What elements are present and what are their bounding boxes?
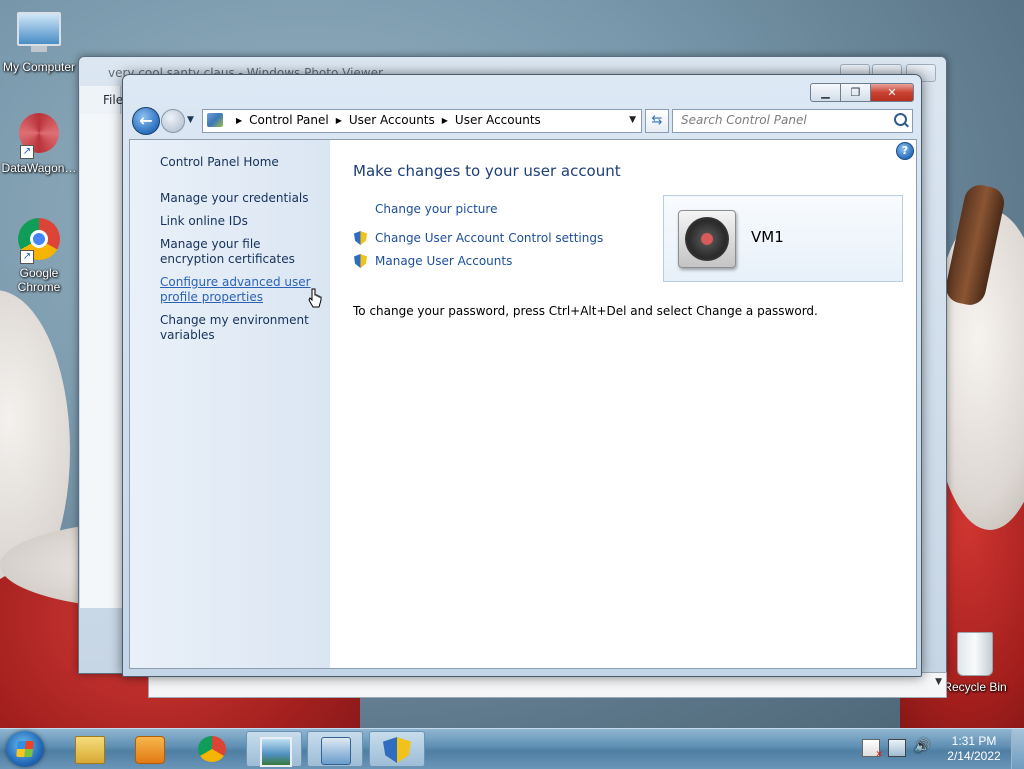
taskbar-chrome[interactable] — [184, 731, 240, 767]
chrome-icon — [198, 736, 226, 762]
desktop-icon-my-computer[interactable]: My Computer — [1, 8, 77, 74]
navigation-bar: ← ▼ ▶ Control Panel ▶ User Accounts ▶ User Ac… — [129, 105, 915, 135]
back-button[interactable]: ← — [132, 107, 160, 135]
breadcrumb-user-accounts[interactable]: User Accounts — [349, 113, 435, 127]
desktop-icon-label: Google Chrome — [17, 266, 61, 294]
content-area: Control Panel Home Manage your credentia… — [129, 139, 917, 669]
page-title: Make changes to your user account — [353, 162, 621, 180]
action-center-flag-icon[interactable] — [862, 739, 883, 760]
security-shield-icon — [383, 737, 411, 763]
minimize-icon: ▁ — [821, 86, 830, 99]
password-note: To change your password, press Ctrl+Alt+… — [353, 304, 818, 318]
uac-shield-icon — [354, 254, 367, 268]
network-icon[interactable] — [888, 739, 906, 757]
taskbar-media-player[interactable] — [122, 731, 178, 767]
close-icon: ✕ — [887, 86, 897, 99]
change-picture-link[interactable]: Change your picture — [375, 202, 497, 216]
taskbar: 🔊 1:31 PM 2/14/2022 — [0, 728, 1024, 769]
desktop-icon-recycle-bin[interactable]: Recycle Bin — [937, 630, 1013, 694]
sidebar-item-advanced-user-profile[interactable]: Configure advanced user profile properti… — [160, 275, 320, 305]
control-panel-icon — [207, 113, 223, 127]
clock-time: 1:31 PM — [951, 734, 997, 748]
search-input[interactable] — [679, 112, 883, 128]
forward-button[interactable] — [161, 109, 185, 133]
close-button[interactable]: ✕ — [871, 83, 914, 102]
back-arrow-icon: ← — [139, 111, 153, 130]
search-box[interactable] — [672, 109, 913, 133]
breadcrumb-separator-icon[interactable]: ▶ — [336, 116, 342, 125]
help-icon[interactable]: ? — [896, 142, 914, 160]
sidebar-item-manage-credentials[interactable]: Manage your credentials — [160, 191, 320, 206]
breadcrumb-control-panel[interactable]: Control Panel — [249, 113, 329, 127]
photo-viewer-canvas — [80, 114, 124, 608]
system-clock[interactable]: 1:31 PM 2/14/2022 — [944, 734, 1004, 764]
media-player-icon — [135, 736, 165, 764]
desktop-icon-label: My Computer — [2, 60, 76, 74]
scroll-down-arrow-icon[interactable]: ▼ — [935, 677, 942, 687]
show-desktop-button[interactable] — [1011, 729, 1024, 769]
desktop-icon-google-chrome[interactable]: ↗ Google Chrome — [1, 216, 77, 294]
maximize-button[interactable]: ❐ — [841, 83, 871, 102]
search-icon[interactable] — [894, 113, 907, 126]
taskbar-windows-explorer[interactable] — [62, 731, 118, 767]
change-uac-settings-link[interactable]: Change User Account Control settings — [375, 231, 603, 245]
taskbar-photo-viewer[interactable] — [246, 731, 302, 767]
photo-viewer-icon — [260, 737, 292, 767]
taskbar-control-panel[interactable] — [307, 731, 363, 767]
turntable-picture-icon — [685, 217, 729, 261]
window-controls: ▁ ❐ ✕ — [810, 83, 914, 102]
desktop-icon-label: DataWagon… — [1, 161, 77, 175]
desktop-icon-label: Recycle Bin — [943, 680, 1007, 694]
uac-shield-icon — [354, 231, 367, 245]
control-panel-window[interactable]: ▁ ❐ ✕ ← ▼ ▶ Control Panel ▶ User Accounts ▶ U… — [122, 74, 922, 677]
clock-date: 2/14/2022 — [947, 749, 1001, 763]
sidebar-item-file-encryption-certificates[interactable]: Manage your file encryption certificates — [160, 237, 320, 267]
breadcrumb-user-accounts-current[interactable]: User Accounts — [455, 113, 541, 127]
refresh-icon: ⇆ — [651, 113, 663, 128]
user-name: VM1 — [751, 228, 784, 246]
manage-user-accounts-link[interactable]: Manage User Accounts — [375, 254, 512, 268]
breadcrumb-separator-icon[interactable]: ▶ — [236, 116, 242, 125]
taskbar-security[interactable] — [369, 731, 425, 767]
photo-viewer-menu-bar: File — [80, 86, 123, 114]
task-sidebar: Control Panel Home Manage your credentia… — [130, 140, 330, 668]
shortcut-arrow-icon: ↗ — [20, 250, 34, 264]
desktop-icon-datawagon[interactable]: ↗ DataWagon… — [1, 110, 77, 175]
photo-viewer-file-menu[interactable]: File — [103, 93, 123, 107]
shortcut-arrow-icon: ↗ — [20, 145, 34, 159]
sidebar-item-link-online-ids[interactable]: Link online IDs — [160, 214, 320, 229]
user-picture-avatar[interactable] — [678, 210, 736, 268]
address-bar[interactable]: ▶ Control Panel ▶ User Accounts ▶ User Accoun… — [202, 109, 642, 133]
hand-cursor-icon — [308, 288, 322, 308]
computer-icon — [17, 12, 61, 52]
sidebar-item-control-panel-home[interactable]: Control Panel Home — [160, 155, 320, 170]
control-panel-icon — [321, 737, 351, 765]
user-account-card: VM1 — [663, 195, 903, 282]
volume-icon[interactable]: 🔊 — [914, 739, 930, 755]
maximize-icon: ❐ — [850, 86, 861, 99]
recent-pages-dropdown-icon[interactable]: ▼ — [187, 115, 194, 125]
main-panel: ? Make changes to your user account Chan… — [330, 140, 916, 668]
breadcrumb-separator-icon[interactable]: ▶ — [442, 116, 448, 125]
refresh-button[interactable]: ⇆ — [645, 109, 669, 133]
sidebar-item-environment-variables[interactable]: Change my environment variables — [160, 313, 320, 343]
windows-explorer-icon — [75, 736, 105, 764]
breadcrumb: ▶ Control Panel ▶ User Accounts ▶ User Accoun… — [229, 113, 541, 127]
start-button[interactable] — [6, 731, 44, 767]
recycle-bin-icon — [957, 632, 993, 676]
system-tray: 🔊 — [862, 739, 930, 760]
minimize-button[interactable]: ▁ — [810, 83, 841, 102]
address-dropdown-icon[interactable]: ▼ — [629, 115, 636, 125]
